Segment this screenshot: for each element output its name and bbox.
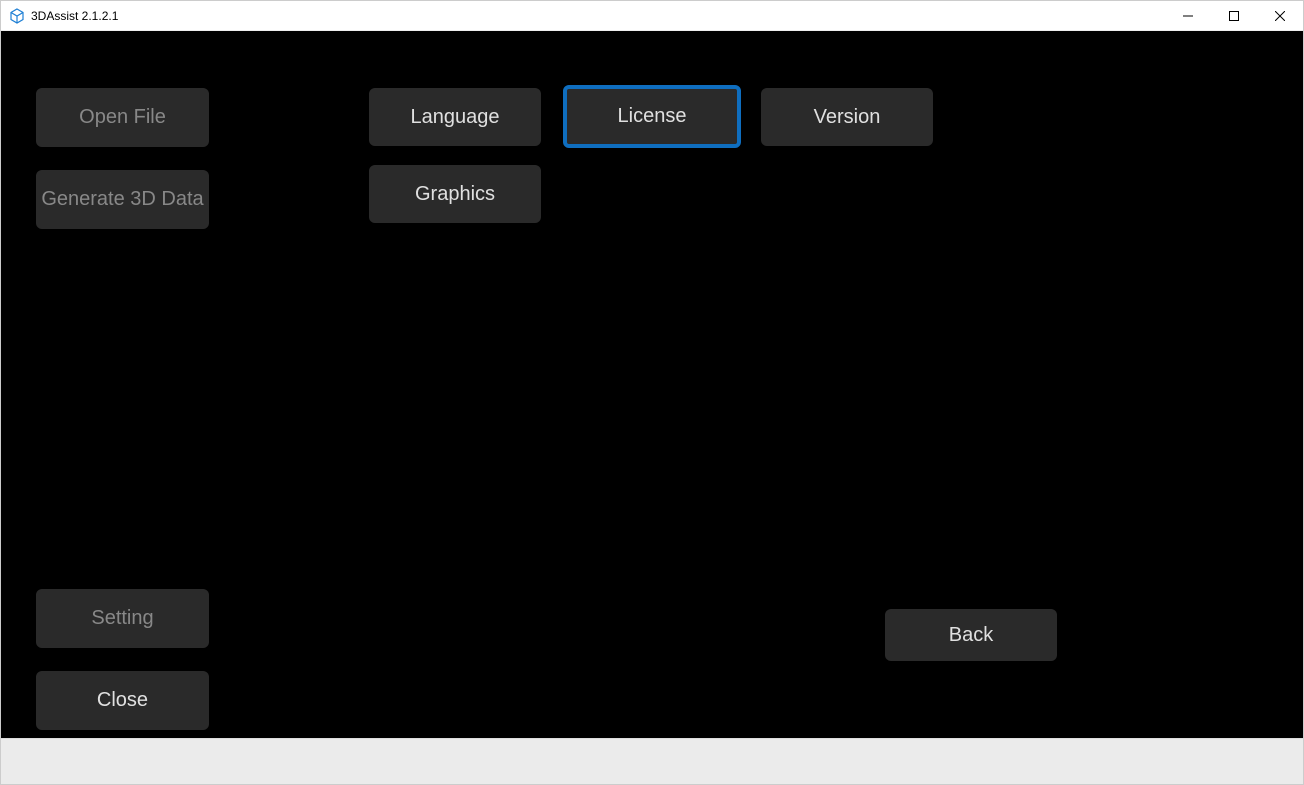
window-frame: 3DAssist 2.1.2.1 Open File Generate 3D D…	[0, 0, 1304, 785]
app-title: 3DAssist 2.1.2.1	[31, 9, 118, 23]
titlebar: 3DAssist 2.1.2.1	[1, 1, 1303, 31]
maximize-button[interactable]	[1211, 1, 1257, 31]
license-button[interactable]: License	[563, 85, 741, 148]
app-icon	[9, 8, 25, 24]
window-controls	[1165, 1, 1303, 31]
graphics-button[interactable]: Graphics	[369, 165, 541, 223]
minimize-button[interactable]	[1165, 1, 1211, 31]
version-button[interactable]: Version	[761, 88, 933, 146]
back-button[interactable]: Back	[885, 609, 1057, 661]
close-button[interactable]: Close	[36, 671, 209, 730]
open-file-button[interactable]: Open File	[36, 88, 209, 147]
bottom-statusbar	[1, 738, 1303, 784]
app-body: Open File Generate 3D Data Setting Close…	[1, 31, 1303, 738]
window-close-button[interactable]	[1257, 1, 1303, 31]
titlebar-left: 3DAssist 2.1.2.1	[9, 8, 118, 24]
language-button[interactable]: Language	[369, 88, 541, 146]
setting-button[interactable]: Setting	[36, 589, 209, 648]
generate-3d-data-button[interactable]: Generate 3D Data	[36, 170, 209, 229]
